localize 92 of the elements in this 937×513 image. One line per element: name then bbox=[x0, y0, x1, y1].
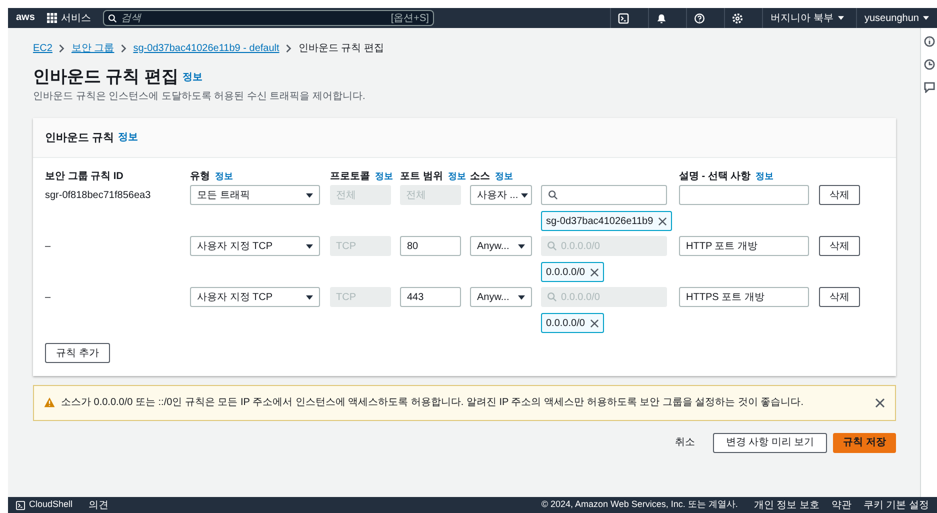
caret-icon bbox=[521, 192, 528, 198]
close-icon[interactable] bbox=[658, 216, 668, 226]
caret-icon bbox=[306, 244, 313, 249]
terms-link[interactable]: 약관 bbox=[831, 498, 852, 512]
type-select[interactable]: 모든 트래픽 bbox=[190, 185, 320, 206]
search-field[interactable]: 검색 [옵션+S] bbox=[102, 10, 434, 26]
caret-icon bbox=[838, 16, 844, 20]
add-rule-button[interactable]: 규칙 추가 bbox=[45, 343, 110, 364]
page-description: 인바운드 규칙은 인스턴스에 도달하도록 허용된 수신 트래픽을 제어합니다. bbox=[33, 90, 366, 104]
caret-icon bbox=[518, 294, 525, 300]
delete-button[interactable]: 삭제 bbox=[819, 287, 860, 308]
save-button[interactable]: 규칙 저장 bbox=[833, 432, 896, 453]
terminal-icon bbox=[16, 500, 25, 510]
info-link[interactable]: 정보 bbox=[182, 70, 202, 86]
info-link[interactable]: 정보 bbox=[448, 170, 466, 183]
services-button[interactable]: 서비스 bbox=[46, 10, 91, 26]
close-icon[interactable] bbox=[875, 398, 885, 408]
cookie-link[interactable]: 쿠키 기본 설정 bbox=[863, 498, 929, 512]
info-link[interactable]: 정보 bbox=[118, 130, 138, 146]
rule-id: – bbox=[45, 240, 51, 254]
port-field: 전체 bbox=[400, 185, 461, 206]
source-select[interactable]: Anyw... bbox=[470, 287, 532, 308]
source-token: sg-0d37bac41026e11b9 bbox=[541, 211, 672, 232]
breadcrumb-link[interactable]: EC2 bbox=[33, 40, 52, 56]
bell-icon[interactable] bbox=[656, 12, 667, 24]
protocol-field: 전체 bbox=[330, 185, 391, 206]
page-title: 인바운드 규칙 편집 bbox=[33, 66, 178, 88]
chevron-icon bbox=[120, 44, 128, 52]
help-icon[interactable] bbox=[694, 12, 705, 24]
column-header: 유형 bbox=[190, 170, 210, 184]
column-header: 보안 그룹 규칙 ID bbox=[45, 170, 124, 184]
search-icon bbox=[547, 292, 557, 302]
info-link[interactable]: 정보 bbox=[375, 170, 393, 183]
grid-icon bbox=[46, 13, 57, 23]
delete-button[interactable]: 삭제 bbox=[819, 185, 860, 206]
aws-logo[interactable]: aws bbox=[16, 13, 35, 23]
warning-message: 소스가 0.0.0.0/0 또는 ::/0인 규칙은 모든 IP 주소에서 인스턴스에 액세스하도록 허용합니다. 알려진 IP 주소의 액세스만 허용하도록 보안 그룹을 설정하는 것이 좋습니다. bbox=[61, 396, 804, 410]
info-link[interactable]: 정보 bbox=[215, 170, 233, 183]
settings-icon[interactable] bbox=[732, 12, 743, 24]
cloudshell-button[interactable]: CloudShell bbox=[16, 498, 73, 512]
breadcrumb-link[interactable]: sg-0d37bac41026e11b9 - default bbox=[133, 40, 280, 56]
protocol-field: TCP bbox=[330, 287, 391, 308]
caret-icon bbox=[923, 16, 929, 20]
info-link[interactable]: 정보 bbox=[495, 170, 513, 183]
caret-icon bbox=[306, 294, 313, 300]
search-icon bbox=[548, 190, 558, 200]
description-field[interactable]: HTTP 포트 개방 bbox=[679, 236, 809, 256]
cancel-button[interactable]: 취소 bbox=[662, 432, 707, 453]
info-link[interactable]: 정보 bbox=[756, 170, 774, 183]
chevron-icon bbox=[285, 44, 292, 52]
caret-icon bbox=[306, 192, 313, 198]
rule-id: – bbox=[45, 290, 51, 305]
type-select[interactable]: 사용자 지정 TCP bbox=[190, 236, 320, 256]
copyright-text: © 2024, Amazon Web Services, Inc. 또는 계열사. bbox=[541, 498, 738, 512]
source-token: 0.0.0.0/0 bbox=[541, 313, 604, 334]
search-icon bbox=[547, 241, 557, 252]
search-icon bbox=[108, 14, 117, 22]
description-field[interactable]: HTTPS 포트 개방 bbox=[679, 287, 809, 308]
clock-icon[interactable] bbox=[924, 59, 934, 70]
description-field[interactable] bbox=[679, 185, 809, 206]
breadcrumb-current: 인바운드 규칙 편집 bbox=[298, 42, 384, 56]
close-icon[interactable] bbox=[590, 318, 599, 328]
type-select[interactable]: 사용자 지정 TCP bbox=[190, 287, 320, 308]
column-header: 포트 범위 bbox=[400, 170, 443, 184]
protocol-field: TCP bbox=[330, 236, 391, 256]
caret-icon bbox=[518, 244, 525, 249]
source-select[interactable]: Anyw... bbox=[470, 236, 532, 256]
source-search-field[interactable] bbox=[541, 185, 667, 206]
preview-button[interactable]: 변경 사항 미리 보기 bbox=[712, 432, 828, 453]
placeholder-text: 검색 bbox=[120, 12, 142, 26]
warning-icon bbox=[44, 397, 55, 408]
source-select[interactable]: 사용자 ... bbox=[470, 185, 532, 206]
column-header: 소스 bbox=[470, 170, 490, 184]
breadcrumb-link[interactable]: 보안 그룹 bbox=[71, 40, 114, 56]
column-header: 설명 - 선택 사항 bbox=[679, 170, 751, 184]
chevron-icon bbox=[58, 44, 66, 52]
privacy-link[interactable]: 개인 정보 보호 bbox=[754, 498, 820, 512]
port-field[interactable]: 80 bbox=[400, 236, 461, 256]
info-icon[interactable] bbox=[924, 36, 934, 47]
feedback-link[interactable]: 의견 bbox=[88, 498, 109, 512]
column-header: 프로토콜 bbox=[330, 170, 370, 184]
panel-title: 인바운드 규칙 bbox=[45, 130, 114, 146]
port-field[interactable]: 443 bbox=[400, 287, 461, 308]
source-token: 0.0.0.0/0 bbox=[541, 262, 604, 282]
placeholder-text: 0.0.0.0/0 bbox=[561, 290, 600, 305]
chat-icon[interactable] bbox=[924, 82, 934, 93]
placeholder-text: 0.0.0.0/0 bbox=[561, 240, 600, 254]
terminal-icon[interactable] bbox=[618, 12, 629, 24]
close-icon[interactable] bbox=[590, 268, 599, 277]
shortcut-hint: [옵션+S] bbox=[390, 12, 429, 26]
rule-id: sgr-0f818bec71f856ea3 bbox=[45, 188, 151, 203]
delete-button[interactable]: 삭제 bbox=[819, 236, 860, 256]
